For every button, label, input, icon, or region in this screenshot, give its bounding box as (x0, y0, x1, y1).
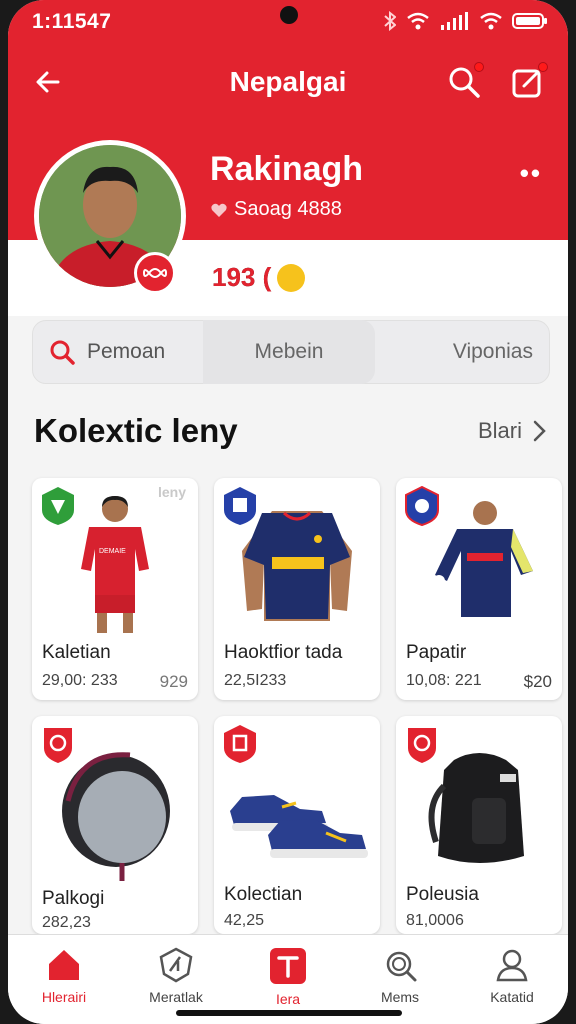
search-button[interactable] (444, 62, 484, 102)
nav-label-search: Mems (380, 989, 420, 1005)
sneakers-icon (230, 795, 368, 858)
product-name: Kolectian (224, 884, 303, 905)
team-crest-icon (42, 487, 74, 525)
product-name: Kaletian (42, 642, 111, 663)
status-time: 1:11547 (32, 10, 112, 33)
team-badge (222, 486, 258, 526)
bluetooth-icon (384, 11, 396, 31)
app-bar: Nepalgai (8, 44, 568, 120)
back-button[interactable] (30, 64, 66, 100)
team-badge (404, 486, 440, 526)
jersey-icon (270, 948, 306, 984)
team-crest-icon (224, 725, 256, 763)
search-icon (50, 340, 75, 365)
chevron-right-icon (533, 420, 546, 442)
profile-name: Rakinagh (210, 150, 364, 188)
segment-label-second: Mebein (254, 340, 324, 363)
product-meta: 42,25 (224, 912, 265, 929)
notification-dot (538, 62, 548, 72)
avatar-badge[interactable] (134, 252, 176, 294)
infinity-icon (143, 268, 167, 278)
nav-label-home: Hlerairi (41, 989, 87, 1005)
product-meta: 81,0006 (406, 912, 464, 929)
battery-icon (512, 13, 547, 29)
team-badge (40, 486, 76, 526)
product-price: $20 (523, 672, 552, 691)
phone-screen: 1:11547 Nepalgai Rakinagh Saoag 4888 •• … (8, 0, 568, 1024)
points-value: 193 ( (212, 262, 272, 292)
signal-icon (441, 12, 468, 30)
product-name: Poleusia (406, 884, 479, 905)
product-card[interactable]: Palkogi 282,23 (32, 716, 198, 934)
segment-third[interactable]: Viponias (375, 320, 549, 384)
backpack-icon (428, 753, 524, 863)
arrow-left-icon (36, 71, 60, 93)
page-title: Nepalgai (229, 66, 347, 97)
filter-bar: Pemoan Mebein Viponias (32, 320, 550, 384)
notification-dot (474, 62, 484, 72)
nav-label-jersey: Iera (275, 991, 301, 1007)
heart-shield-icon (211, 203, 227, 217)
segment-label-first: Pemoan (87, 340, 166, 363)
home-icon (49, 950, 79, 980)
product-meta: 29,00: 233 (42, 672, 118, 689)
product-name: Papatir (406, 642, 467, 663)
team-badge (222, 724, 258, 764)
segment-second[interactable]: Mebein (203, 320, 375, 384)
nav-label-profile: Katatid (490, 989, 534, 1005)
product-card[interactable]: Kolectian 42,25 (214, 716, 380, 934)
product-meta: 10,08: 221 (406, 672, 482, 689)
product-meta: 22,5I233 (224, 672, 287, 689)
nav-home[interactable]: Hlerairi (8, 935, 120, 1024)
team-badge (404, 724, 440, 764)
product-meta: 282,23 (42, 914, 91, 931)
edit-button[interactable] (508, 62, 548, 102)
team-crest-icon (224, 487, 256, 525)
see-all-link[interactable]: Blari (478, 418, 546, 444)
search-segment[interactable]: Pemoan (33, 320, 203, 384)
nav-profile[interactable]: Katatid (456, 935, 568, 1024)
team-badge (40, 724, 76, 764)
status-bar: 1:11547 (8, 0, 568, 44)
profile-subtitle: Saoag 4888 (210, 198, 342, 221)
emoji-icon (277, 263, 306, 292)
home-indicator[interactable] (176, 1010, 402, 1016)
product-card[interactable]: Poleusia 81,0006 (396, 716, 562, 934)
team-crest-icon (405, 486, 439, 526)
section-title: Kolextic leny (34, 412, 238, 449)
product-name: Palkogi (42, 888, 105, 909)
shield-icon (159, 947, 193, 983)
card-tag: leny (157, 484, 186, 500)
search-icon (386, 951, 417, 982)
more-options-button[interactable]: •• (520, 158, 542, 189)
status-icons (384, 11, 548, 31)
product-price: 929 (159, 672, 188, 691)
product-card[interactable]: Haoktfior tada 22,5I233 (214, 478, 380, 700)
segment-label-third: Viponias (452, 340, 533, 363)
svg-text:DEMAIE: DEMAIE (99, 548, 126, 555)
wifi-icon-2 (480, 12, 502, 30)
points-display: 193 ( (212, 262, 306, 293)
nav-label-shield: Meratlak (149, 989, 203, 1005)
product-card[interactable]: Papatir 10,08: 221 $20 (396, 478, 562, 700)
team-crest-icon (408, 728, 436, 763)
product-card[interactable]: DEMAIE leny Kaletian 29,00: 233 929 (32, 478, 198, 700)
team-crest-icon (44, 728, 72, 763)
see-all-label: Blari (477, 418, 522, 443)
product-name: Haoktfior tada (224, 642, 343, 663)
user-icon (496, 949, 528, 982)
camera-cutout (280, 6, 298, 24)
wifi-icon (407, 12, 429, 30)
profile-subtitle-text: Saoag 4888 (234, 198, 342, 220)
